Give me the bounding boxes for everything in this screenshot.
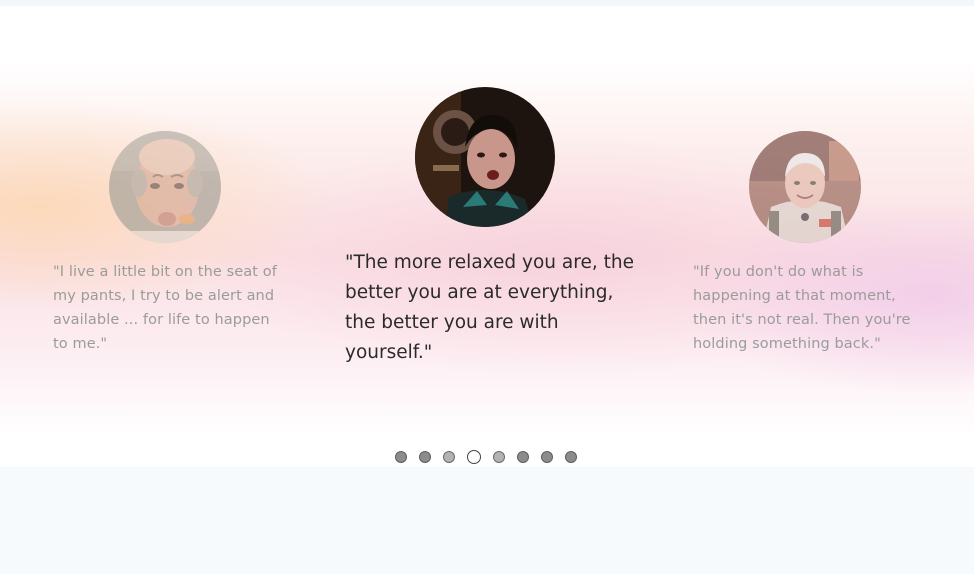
avatar-current — [415, 87, 555, 227]
pagination-dot-3[interactable] — [443, 451, 455, 463]
pagination-dot-4-active[interactable] — [467, 450, 481, 464]
portrait-bald-man-image — [109, 131, 221, 243]
avatar-next — [749, 131, 861, 243]
quote-next: "If you don't do what is happening at th… — [693, 264, 911, 352]
portrait-dark-hair-man-image — [415, 87, 555, 227]
pagination-dot-8[interactable] — [565, 451, 577, 463]
testimonial-carousel: "I live a little bit on the seat of my p… — [0, 6, 974, 467]
pagination-dot-2[interactable] — [419, 451, 431, 463]
page-footer-area — [0, 467, 974, 574]
pagination-dot-6[interactable] — [517, 451, 529, 463]
quote-previous: "I live a little bit on the seat of my p… — [53, 264, 277, 352]
pagination-dot-7[interactable] — [541, 451, 553, 463]
avatar-previous — [109, 131, 221, 243]
quote-current: "The more relaxed you are, the better yo… — [345, 252, 634, 363]
pagination-dot-1[interactable] — [395, 451, 407, 463]
portrait-grey-hair-man-image — [749, 131, 861, 243]
carousel-pagination — [395, 450, 577, 464]
pagination-dot-5[interactable] — [493, 451, 505, 463]
